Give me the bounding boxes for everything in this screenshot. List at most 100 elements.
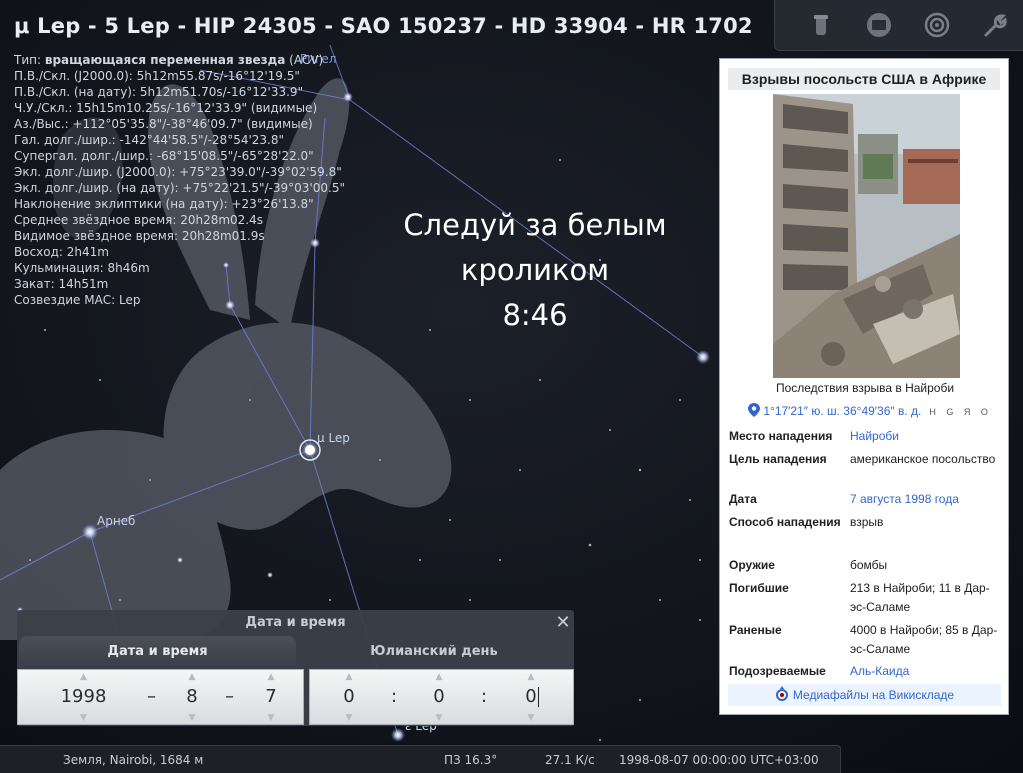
status-datetime[interactable]: 1998-08-07 00:00:00 UTC+03:00 xyxy=(619,753,819,767)
row-value-link[interactable]: 7 августа 1998 года xyxy=(850,490,1005,509)
row-value-link[interactable]: Аль-Каида xyxy=(850,662,1005,681)
type-label: Тип: xyxy=(14,53,45,67)
commons-link[interactable]: Медиафайлы на Викискладе xyxy=(728,684,1001,706)
row-key: Раненые xyxy=(729,623,782,637)
minute-spinner[interactable]: ▲ 0 ▼ xyxy=(424,670,454,724)
row-key: Место нападения xyxy=(729,429,833,443)
row-key: Цель нападения xyxy=(729,452,827,466)
caption-line-2: кроликом xyxy=(460,253,610,287)
wiki-title: Взрывы посольств США в Африке xyxy=(728,68,1000,90)
info-line: П.В./Скл. (J2000.0): 5h12m55.87s/-16°12'… xyxy=(14,69,300,83)
telescope-icon[interactable] xyxy=(807,11,835,39)
chevron-down-icon[interactable]: ▼ xyxy=(256,713,286,723)
star-label-arneb[interactable]: Арнеб xyxy=(97,514,135,528)
commons-icon xyxy=(775,686,788,701)
tab-julian-day[interactable]: Юлианский день xyxy=(296,636,572,668)
object-title: μ Lep - 5 Lep - HIP 24305 - SAO 150237 -… xyxy=(14,14,753,38)
day-spinner[interactable]: ▲ 7 ▼ xyxy=(256,670,286,724)
date-separator: – xyxy=(147,686,156,707)
row-value: бомбы xyxy=(850,558,888,572)
chevron-up-icon[interactable]: ▲ xyxy=(177,672,207,682)
second-spinner[interactable]: ▲ 0 ▼ xyxy=(516,670,546,724)
date-input-group: ▲ 1998 ▼ – ▲ 8 ▼ – ▲ 7 ▼ xyxy=(17,669,304,725)
chevron-up-icon[interactable]: ▲ xyxy=(424,672,454,682)
info-line: Аз./Выс.: +112°05'35.8"/-38°46'09.7" (ви… xyxy=(14,117,313,131)
date-separator: – xyxy=(225,686,234,707)
row-key: Оружие xyxy=(729,558,775,572)
caption-line-1: Следуй за белым xyxy=(403,208,667,242)
info-line: Наклонение эклиптики (на дату): +23°26'1… xyxy=(14,197,314,211)
info-line: Экл. долг./шир. (на дату): +75°22'21.5"/… xyxy=(14,181,345,195)
year-spinner[interactable]: ▲ 1998 ▼ xyxy=(46,670,121,724)
info-line: Видимое звёздное время: 20h28m01.9s xyxy=(14,229,265,243)
object-type-line: Тип: вращающаяся переменная звезда (ACV) xyxy=(14,52,345,68)
status-location[interactable]: Земля, Nairobi, 1684 м xyxy=(63,753,203,767)
month-spinner[interactable]: ▲ 8 ▼ xyxy=(177,670,207,724)
type-value: вращающаяся переменная звезда xyxy=(44,53,286,67)
screen-icon[interactable] xyxy=(865,11,893,39)
close-icon[interactable]: ✕ xyxy=(553,612,573,634)
row-value: американское посольство xyxy=(850,452,996,466)
photo-caption: Последствия взрыва в Найроби xyxy=(775,381,955,395)
chevron-up-icon[interactable]: ▲ xyxy=(516,672,546,682)
embassy-photo[interactable] xyxy=(773,94,960,378)
chevron-up-icon[interactable]: ▲ xyxy=(256,672,286,682)
coordinates: 1°17′21″ ю. ш. 36°49′36″ в. д. H G Я O xyxy=(748,403,992,418)
time-separator: : xyxy=(391,686,398,707)
chevron-down-icon[interactable]: ▼ xyxy=(334,713,364,723)
status-bar: Земля, Nairobi, 1684 м ПЗ 16.3° 27.1 К/с… xyxy=(0,745,841,773)
year-value[interactable]: 1998 xyxy=(46,685,121,709)
info-line: П.В./Скл. (на дату): 5h12m51.70s/-16°12'… xyxy=(14,85,304,99)
row-key: Дата xyxy=(729,492,757,506)
hour-value[interactable]: 0 xyxy=(334,685,364,709)
target-icon[interactable] xyxy=(923,11,951,39)
chevron-down-icon[interactable]: ▼ xyxy=(516,713,546,723)
second-value[interactable]: 0 xyxy=(516,685,546,709)
text-caret xyxy=(538,687,539,707)
geo-links[interactable]: H G Я O xyxy=(929,407,992,417)
dialog-title[interactable]: Дата и время xyxy=(17,610,574,636)
chevron-down-icon[interactable]: ▼ xyxy=(46,713,121,723)
star-label-mu-lep[interactable]: μ Lep xyxy=(317,431,350,445)
info-line: Ч.У./Скл.: 15h15m10.25s/-16°12'33.9" (ви… xyxy=(14,101,318,115)
top-toolbar xyxy=(774,0,1023,51)
type-suffix: (ACV) xyxy=(285,53,324,67)
datetime-dialog: Дата и время ✕ Дата и время Юлианский де… xyxy=(17,610,574,726)
caption-line-3: 8:46 xyxy=(502,298,568,332)
tab-date-time[interactable]: Дата и время xyxy=(19,636,296,668)
object-info: Тип: вращающаяся переменная звезда (ACV)… xyxy=(14,52,345,308)
info-line: Экл. долг./шир. (J2000.0): +75°23'39.0"/… xyxy=(14,165,342,179)
month-value[interactable]: 8 xyxy=(177,685,207,709)
hour-spinner[interactable]: ▲ 0 ▼ xyxy=(334,670,364,724)
status-fps: 27.1 К/с xyxy=(545,753,595,767)
time-separator: : xyxy=(481,686,488,707)
info-line: Гал. долг./шир.: -142°44'58.5"/-28°54'23… xyxy=(14,133,284,147)
chevron-down-icon[interactable]: ▼ xyxy=(177,713,207,723)
row-value: взрыв xyxy=(850,515,884,529)
row-value: 4000 в Найроби; 85 в Дар-эс-Саламе xyxy=(850,623,998,656)
minute-value[interactable]: 0 xyxy=(424,685,454,709)
map-pin-icon xyxy=(748,403,760,417)
row-key: Погибшие xyxy=(729,581,789,595)
row-value: 213 в Найроби; 11 в Дар-эс-Саламе xyxy=(850,581,990,614)
info-line: Закат: 14h51m xyxy=(14,277,109,291)
coordinates-link[interactable]: 1°17′21″ ю. ш. 36°49′36″ в. д. xyxy=(763,404,921,418)
chevron-down-icon[interactable]: ▼ xyxy=(424,713,454,723)
status-fov: ПЗ 16.3° xyxy=(444,753,498,767)
time-input-group: ▲ 0 ▼ : ▲ 0 ▼ : ▲ 0 ▼ xyxy=(309,669,574,725)
commons-label: Медиафайлы на Викискладе xyxy=(792,688,955,702)
wiki-infobox: Взрывы посольств США в Африке Последстви… xyxy=(719,58,1009,715)
wrench-icon[interactable] xyxy=(981,11,1009,39)
chevron-up-icon[interactable]: ▲ xyxy=(334,672,364,682)
chevron-up-icon[interactable]: ▲ xyxy=(46,672,121,682)
info-line: Кульминация: 8h46m xyxy=(14,261,150,275)
day-value[interactable]: 7 xyxy=(256,685,286,709)
row-value-link[interactable]: Найроби xyxy=(850,427,1005,446)
info-line: Восход: 2h41m xyxy=(14,245,109,259)
overlay-caption: Следуй за белым кроликом 8:46 xyxy=(380,203,690,338)
row-key: Подозреваемые xyxy=(729,664,826,678)
row-key: Способ нападения xyxy=(729,515,841,529)
info-line: Среднее звёздное время: 20h28m02.4s xyxy=(14,213,264,227)
info-line: Созвездие МАС: Lep xyxy=(14,293,141,307)
info-line: Супергал. долг./шир.: -68°15'08.5"/-65°2… xyxy=(14,149,314,163)
